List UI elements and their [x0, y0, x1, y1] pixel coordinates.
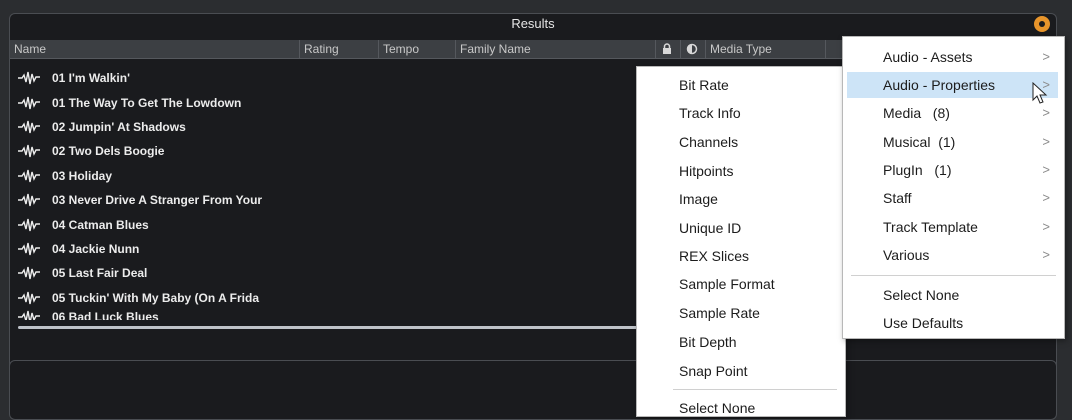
list-item-label: 03 Never Drive A Stranger From Your	[52, 193, 263, 208]
column-header-contrast[interactable]	[681, 40, 706, 58]
waveform-icon	[18, 267, 40, 280]
waveform-icon	[18, 96, 40, 109]
waveform-icon	[18, 194, 40, 207]
list-item-label: 02 Two Dels Boogie	[52, 144, 165, 159]
results-list: 01 I'm Walkin' 01 The Way To Get The Low…	[10, 66, 650, 320]
list-item[interactable]: 02 Two Dels Boogie	[10, 139, 650, 163]
list-item-label: 01 I'm Walkin'	[52, 71, 130, 86]
menu-separator	[851, 275, 1056, 276]
menu-item-unique-id[interactable]: Unique ID	[679, 220, 741, 236]
lock-icon	[663, 43, 671, 54]
menu-item-label: PlugIn (1)	[883, 162, 952, 178]
menu-item-various[interactable]: Various >	[847, 242, 1058, 268]
menu-item-bit-depth[interactable]: Bit Depth	[679, 334, 737, 350]
column-header-lock[interactable]	[656, 40, 681, 58]
menu-item-hitpoints[interactable]: Hitpoints	[679, 163, 733, 179]
menu-item-label: Media (8)	[883, 105, 950, 121]
column-header-name[interactable]: Name	[10, 40, 300, 58]
menu-item-use-defaults[interactable]: Use Defaults	[847, 310, 1058, 336]
chevron-right-icon: >	[1042, 49, 1050, 64]
waveform-icon	[18, 310, 40, 320]
waveform-icon	[18, 120, 40, 134]
menu-item-plugin[interactable]: PlugIn (1) >	[847, 157, 1058, 183]
menu-item-musical[interactable]: Musical (1) >	[847, 129, 1058, 155]
results-title: Results	[511, 16, 555, 31]
chevron-right-icon: >	[1042, 247, 1050, 262]
chevron-right-icon: >	[1042, 190, 1050, 205]
menu-item-label: Audio - Assets	[883, 49, 973, 65]
waveform-icon	[18, 218, 40, 231]
list-item[interactable]: 04 Jackie Nunn	[10, 237, 650, 261]
menu-item-image[interactable]: Image	[679, 191, 718, 207]
menu-item-track-info[interactable]: Track Info	[679, 105, 741, 121]
menu-item-select-none[interactable]: Select None	[847, 282, 1058, 308]
waveform-icon	[18, 72, 40, 85]
list-item-label: 06 Bad Luck Blues	[52, 309, 159, 320]
chevron-right-icon: >	[1042, 162, 1050, 177]
menu-item-rex-slices[interactable]: REX Slices	[679, 248, 749, 264]
menu-item-label: Use Defaults	[883, 315, 964, 331]
list-item[interactable]: 05 Tuckin' With My Baby (On A Frida	[10, 286, 650, 310]
menu-item-label: Track Template	[883, 219, 978, 235]
column-header-rating[interactable]: Rating	[300, 40, 379, 58]
gear-icon[interactable]	[1034, 16, 1050, 32]
horizontal-scrollbar[interactable]	[18, 326, 644, 329]
list-item[interactable]: 01 I'm Walkin'	[10, 66, 650, 90]
list-item-label: 01 The Way To Get The Lowdown	[52, 95, 242, 110]
list-item-label: 04 Catman Blues	[52, 217, 149, 232]
menu-separator	[673, 389, 837, 390]
menu-item-label: Audio - Properties	[883, 77, 996, 93]
chevron-right-icon: >	[1042, 134, 1050, 149]
list-item[interactable]: 01 The Way To Get The Lowdown	[10, 90, 650, 114]
menu-item-track-template[interactable]: Track Template >	[847, 214, 1058, 240]
menu-item-snap-point[interactable]: Snap Point	[679, 363, 748, 379]
list-item[interactable]: 02 Jumpin' At Shadows	[10, 115, 650, 139]
list-item-label: 02 Jumpin' At Shadows	[52, 119, 186, 134]
list-item[interactable]: 05 Last Fair Deal	[10, 261, 650, 285]
column-header-tempo[interactable]: Tempo	[379, 40, 456, 58]
chevron-right-icon: >	[1042, 105, 1050, 120]
audio-properties-submenu: Bit Rate Track Info Channels Hitpoints I…	[636, 66, 846, 417]
waveform-icon	[18, 169, 40, 182]
half-circle-icon	[686, 43, 698, 55]
menu-item-label: Various	[883, 247, 930, 263]
list-item-label: 05 Last Fair Deal	[52, 266, 148, 281]
list-item-label: 03 Holiday	[52, 168, 113, 183]
list-item[interactable]: 06 Bad Luck Blues	[10, 310, 650, 320]
menu-item-staff[interactable]: Staff >	[847, 185, 1058, 211]
list-item-label: 05 Tuckin' With My Baby (On A Frida	[52, 290, 259, 305]
menu-item-bit-rate[interactable]: Bit Rate	[679, 77, 729, 93]
mouse-cursor-icon	[1032, 82, 1048, 104]
menu-item-label: Staff	[883, 190, 912, 206]
menu-item-label: Musical (1)	[883, 134, 956, 150]
waveform-icon	[18, 145, 40, 158]
list-item-label: 04 Jackie Nunn	[52, 241, 140, 256]
menu-item-select-none[interactable]: Select None	[679, 400, 755, 416]
chevron-right-icon: >	[1042, 219, 1050, 234]
menu-item-label: Select None	[883, 287, 960, 303]
waveform-icon	[18, 242, 40, 256]
menu-item-channels[interactable]: Channels	[679, 134, 738, 150]
list-item[interactable]: 04 Catman Blues	[10, 212, 650, 236]
waveform-icon	[18, 291, 40, 304]
menu-item-sample-format[interactable]: Sample Format	[679, 276, 775, 292]
list-item[interactable]: 03 Never Drive A Stranger From Your	[10, 188, 650, 212]
menu-item-media[interactable]: Media (8) >	[847, 100, 1058, 126]
preview-panel	[9, 360, 1057, 420]
column-header-media-type[interactable]: Media Type	[706, 40, 826, 58]
list-item[interactable]: 03 Holiday	[10, 164, 650, 188]
menu-item-audio-properties[interactable]: Audio - Properties >	[847, 72, 1058, 98]
menu-item-sample-rate[interactable]: Sample Rate	[679, 305, 760, 321]
menu-item-audio-assets[interactable]: Audio - Assets >	[847, 44, 1058, 70]
column-header-family-name[interactable]: Family Name	[456, 40, 656, 58]
